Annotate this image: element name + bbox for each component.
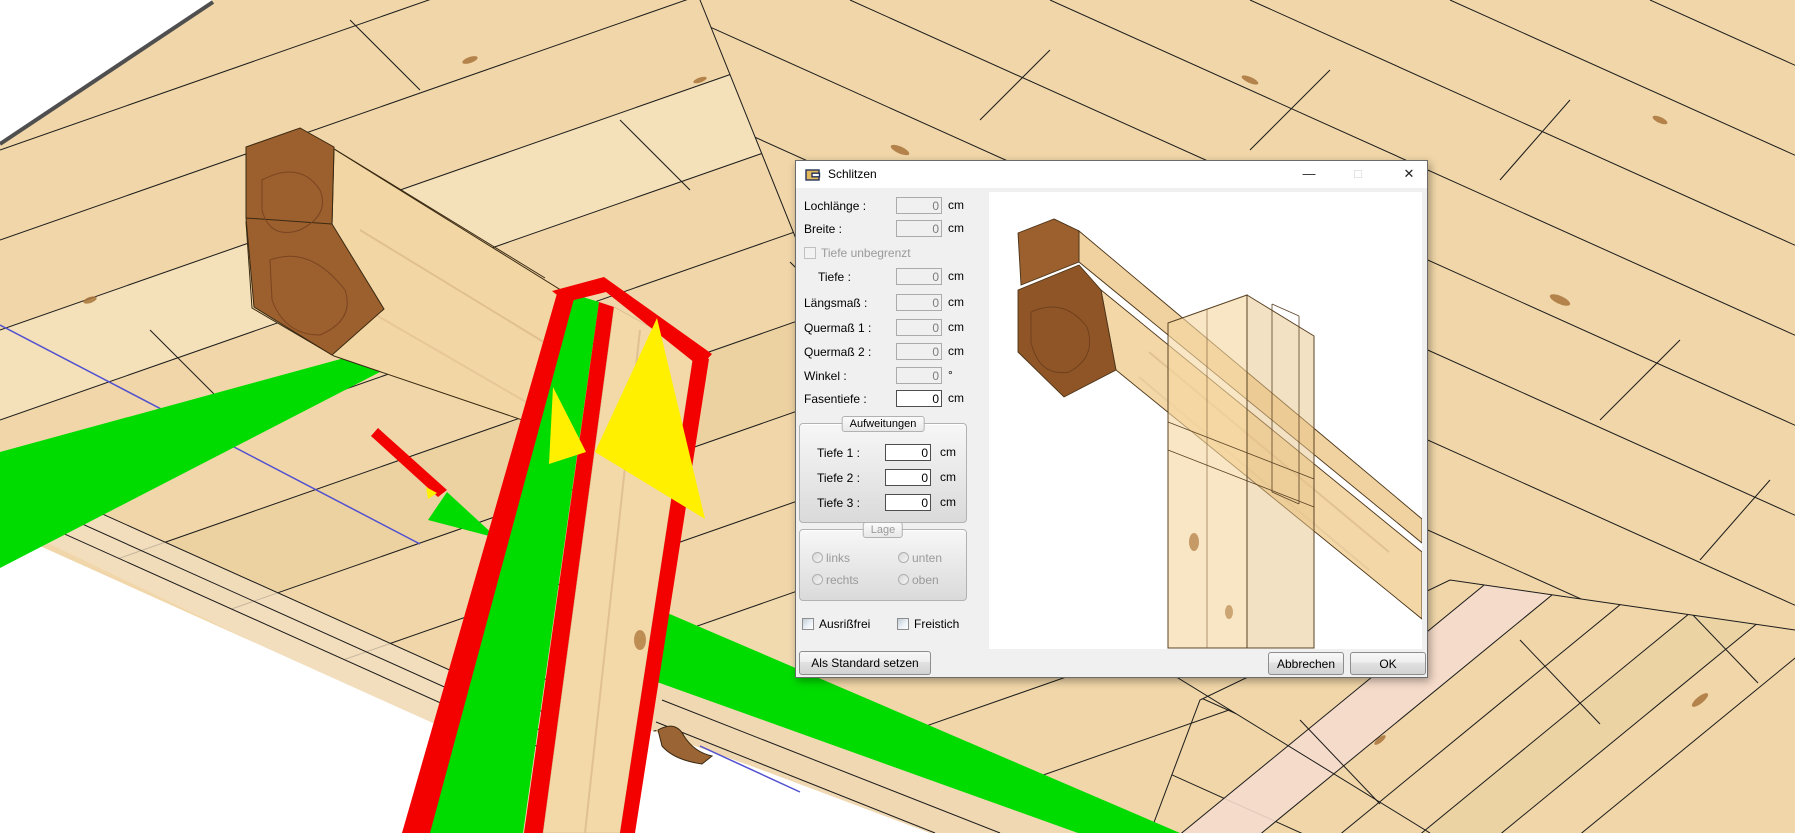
radio-unten (898, 552, 909, 563)
radio-label: rechts (826, 573, 859, 587)
breite-input (896, 220, 942, 237)
quermass2-input (896, 343, 942, 360)
field-label: Lochlänge : (804, 199, 866, 213)
field-label: Fasentiefe : (804, 392, 867, 406)
unit-label: cm (948, 198, 964, 212)
unit-label: cm (948, 295, 964, 309)
unit-label: cm (948, 320, 964, 334)
field-row: Fasentiefe : cm (796, 390, 986, 408)
field-label: Tiefe 1 : (817, 446, 860, 460)
group-caption: Lage (863, 522, 903, 538)
unit-label: ° (948, 368, 953, 382)
field-row: Breite : cm (796, 220, 986, 238)
tiefe-input (896, 268, 942, 285)
radio-label: oben (912, 573, 939, 587)
field-label: Breite : (804, 222, 842, 236)
field-row: Quermaß 2 : cm (796, 343, 986, 361)
unit-label: cm (948, 269, 964, 283)
winkel-input (896, 367, 942, 384)
tiefe1-input[interactable] (885, 444, 931, 461)
minimize-button[interactable]: — (1292, 161, 1326, 186)
tiefe-unbegrenzt-checkbox (804, 247, 816, 259)
laengsmass-input (896, 294, 942, 311)
radio-label: links (826, 551, 850, 565)
unit-label: cm (948, 344, 964, 358)
lochlaenge-input (896, 197, 942, 214)
slot-icon (805, 167, 821, 183)
unit-label: cm (948, 221, 964, 235)
set-default-button[interactable]: Als Standard setzen (799, 651, 931, 675)
field-label: Tiefe 2 : (817, 471, 860, 485)
checkbox-label: Tiefe unbegrenzt (821, 246, 911, 260)
field-row: Längsmaß : cm (796, 294, 986, 312)
joint-preview[interactable] (989, 192, 1422, 649)
unit-label: cm (940, 470, 956, 484)
field-row: Lochlänge : cm (796, 197, 986, 215)
freistich-checkbox[interactable] (897, 618, 909, 630)
tiefe2-input[interactable] (885, 469, 931, 486)
checkbox-label: Freistich (914, 617, 959, 631)
field-label: Tiefe : (818, 270, 851, 284)
preview-post (1168, 295, 1314, 648)
radio-links (812, 552, 823, 563)
dialog-titlebar[interactable]: Schlitzen — □ ✕ (796, 161, 1427, 188)
schlitzen-dialog: Schlitzen — □ ✕ Lochlänge : cm Breite : … (795, 160, 1428, 678)
radio-oben (898, 574, 909, 585)
dialog-title: Schlitzen (828, 167, 877, 181)
close-button[interactable]: ✕ (1392, 161, 1426, 186)
ausrissfrei-checkbox[interactable] (802, 618, 814, 630)
radio-label: unten (912, 551, 942, 565)
cancel-button[interactable]: Abbrechen (1268, 652, 1344, 675)
unit-label: cm (948, 391, 964, 405)
field-row: Quermaß 1 : cm (796, 319, 986, 337)
group-caption: Aufweitungen (842, 416, 925, 432)
ok-button[interactable]: OK (1350, 652, 1426, 675)
field-label: Quermaß 2 : (804, 345, 871, 359)
checkbox-label: Ausrißfrei (819, 617, 870, 631)
field-label: Tiefe 3 : (817, 496, 860, 510)
unit-label: cm (940, 445, 956, 459)
field-row: Tiefe : cm (796, 268, 986, 286)
field-label: Winkel : (804, 369, 847, 383)
unit-label: cm (940, 495, 956, 509)
checkbox-row: Tiefe unbegrenzt (796, 246, 986, 264)
field-row: Winkel : ° (796, 367, 986, 385)
field-label: Längsmaß : (804, 296, 867, 310)
radio-rechts (812, 574, 823, 585)
fasentiefe-input[interactable] (896, 390, 942, 407)
lage-group: Lage links unten rechts oben (799, 529, 967, 601)
quermass1-input (896, 319, 942, 336)
tiefe3-input[interactable] (885, 494, 931, 511)
aufweitungen-group: Aufweitungen Tiefe 1 : cm Tiefe 2 : cm T… (799, 423, 967, 523)
maximize-button: □ (1341, 161, 1375, 186)
field-label: Quermaß 1 : (804, 321, 871, 335)
